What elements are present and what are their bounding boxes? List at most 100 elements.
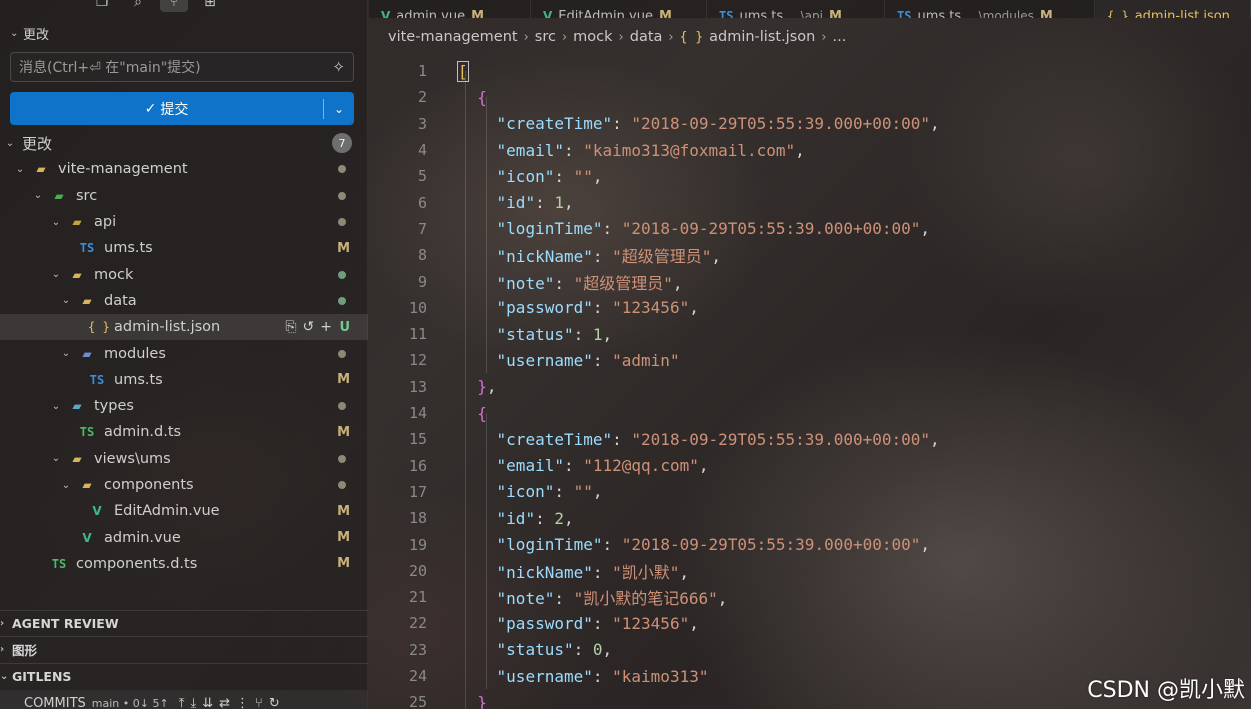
json-key-quote: " — [496, 247, 507, 267]
tab-ums-ts[interactable]: TS ums.ts ...\api M — [707, 0, 885, 18]
search-icon[interactable]: ⌕ — [124, 0, 152, 12]
switch-branch-icon[interactable]: ⇄ — [219, 696, 230, 709]
line-number: 21 — [408, 588, 427, 607]
tree-item[interactable]: ⌄ ▰ api — [0, 209, 368, 235]
code-line: 1[ — [369, 58, 1251, 84]
tree-item[interactable]: TS ums.ts M — [0, 367, 368, 393]
commit-message-placeholder: 消息(Ctrl+⏎ 在"main"提交) — [19, 60, 201, 76]
punctuation: , — [795, 140, 805, 160]
tab-editadmin-vue[interactable]: V EditAdmin.vue M — [531, 0, 707, 18]
breadcrumb-item[interactable]: src — [535, 29, 556, 45]
tree-item-label: admin.vue — [104, 529, 181, 546]
json-key-quote: " — [554, 456, 564, 476]
tree-item[interactable]: ⌄ ▰ src — [0, 183, 368, 209]
tree-item[interactable]: TS ums.ts M — [0, 235, 368, 261]
push-icon[interactable]: ⤒ — [179, 696, 185, 709]
punctuation: , — [672, 273, 683, 293]
commits-row[interactable]: COMMITS main • 0↓ 5↑ ⤒ ⤓ ⇊ ⇄ ⋮ ⑂ ↻ — [0, 690, 368, 709]
tab-ums-ts[interactable]: TS ums.ts ...\modules M — [885, 0, 1095, 18]
changes-group-header[interactable]: ⌄ 更改 7 — [0, 130, 368, 156]
json-key-quote: " — [496, 589, 507, 609]
punctuation: , — [717, 589, 728, 609]
copy-icon[interactable]: ❐ — [88, 0, 116, 12]
status-badge: M — [337, 556, 350, 572]
breadcrumb-item[interactable]: ... — [833, 29, 847, 45]
punctuation: , — [930, 429, 940, 449]
tree-item[interactable]: TS components.d.ts M — [0, 551, 368, 577]
tab-admin-vue[interactable]: Vadmin.vue M — [369, 0, 531, 18]
json-value: "admin" — [612, 350, 680, 370]
tree-item[interactable]: ⌄ ▰ vite-management — [0, 156, 368, 182]
tab-status: M — [1039, 9, 1053, 18]
panel-gitlens[interactable]: ⌄ GITLENS — [0, 663, 368, 689]
tree-item[interactable]: Vadmin.vue M — [0, 524, 368, 550]
json-key-quote: " — [496, 193, 507, 213]
section-title[interactable]: ⌄ 更改 — [10, 24, 49, 43]
extensions-icon[interactable]: ⊞ — [196, 0, 224, 12]
code-line: 6 "id": 1, — [369, 190, 1251, 216]
chevron-right-icon: › — [618, 29, 624, 45]
tree-item[interactable]: ⌄ ▰ components — [0, 472, 368, 498]
chevron-down-icon[interactable]: ⌄ — [324, 102, 354, 116]
commit-main-button[interactable]: ✓ 提交 — [10, 92, 323, 125]
json-key-quote: " — [496, 273, 507, 293]
commit-message-input[interactable]: 消息(Ctrl+⏎ 在"main"提交) ✧ — [10, 52, 354, 82]
tree-item[interactable]: ⌄ ▰ views\ums — [0, 446, 368, 472]
folder-icon: ▰ — [82, 346, 92, 361]
chevron-right-icon: › — [523, 29, 529, 45]
code-text: "status": 1, — [458, 325, 613, 344]
pull-icon[interactable]: ⤓ — [190, 696, 196, 709]
line-number: 15 — [408, 430, 427, 449]
tab-admin-list-json[interactable]: { } admin-list.json — [1095, 0, 1251, 18]
breadcrumb-item[interactable]: mock — [573, 29, 612, 45]
compare-icon[interactable]: ⋮ — [236, 696, 249, 709]
code-line: 23 "status": 0, — [369, 637, 1251, 663]
code-line: 4 "email": "kaimo313@foxmail.com", — [369, 137, 1251, 163]
json-key-quote: " — [583, 298, 593, 318]
changes-count-badge: 7 — [332, 133, 352, 154]
source-control-icon[interactable]: ⑂ — [160, 0, 188, 12]
status-dot — [338, 165, 346, 174]
tree-item[interactable]: ⌄ ▰ modules — [0, 340, 368, 366]
punctuation: : — [554, 589, 574, 609]
panel-graph[interactable]: › 图形 — [0, 636, 368, 662]
line-number: 23 — [408, 640, 427, 659]
code-text: "icon": "", — [458, 482, 603, 501]
punctuation: , — [592, 482, 603, 502]
code-line: 7 "loginTime": "2018-09-29T05:55:39.000+… — [369, 216, 1251, 242]
line-number: 4 — [417, 141, 427, 160]
tree-item[interactable]: TS admin.d.ts M — [0, 419, 368, 445]
fetch-icon[interactable]: ⇊ — [202, 696, 213, 709]
line-number: 20 — [408, 561, 427, 580]
commit-button[interactable]: ✓ 提交 ⌄ — [10, 92, 354, 125]
refresh-icon[interactable]: ↻ — [269, 696, 280, 709]
punctuation: : — [563, 456, 584, 476]
breadcrumb-item[interactable]: admin-list.json — [709, 29, 815, 45]
code-text: "note": "凯小默的笔记666", — [458, 585, 728, 609]
tree-item[interactable]: ⌄ ▰ data — [0, 288, 368, 314]
breadcrumb-item[interactable]: vite-management — [388, 29, 518, 45]
code-line: 9 "note": "超级管理员", — [369, 268, 1251, 294]
chevron-down-icon: ⌄ — [51, 453, 61, 465]
chevron-down-icon: ⌄ — [51, 400, 61, 412]
tab-label: ums.ts — [739, 9, 784, 18]
sparkle-icon[interactable]: ✧ — [332, 58, 345, 76]
tree-item[interactable]: { } admin-list.json ⎘ ↺ + U — [0, 314, 368, 341]
tree-item[interactable]: ⌄ ▰ types — [0, 393, 368, 419]
tree-item[interactable]: ⌄ ▰ mock — [0, 261, 368, 287]
open-file-icon[interactable]: ⎘ — [285, 319, 296, 335]
tab-content: TS ums.ts ...\modules M — [897, 9, 1053, 18]
code-editor[interactable]: 1[2 {3 "createTime": "2018-09-29T05:55:3… — [369, 58, 1251, 709]
typescript-file-icon: TS — [897, 9, 912, 18]
line-number: 9 — [417, 272, 427, 291]
stage-icon[interactable]: + — [320, 319, 332, 335]
tree-item[interactable]: V EditAdmin.vue M — [0, 498, 368, 524]
branch-icon[interactable]: ⑂ — [255, 696, 263, 709]
breadcrumb-item[interactable]: data — [630, 29, 663, 45]
discard-icon[interactable]: ↺ — [303, 319, 315, 335]
brace: { — [477, 87, 487, 107]
json-value: "2018-09-29T05:55:39.000+00:00" — [621, 535, 921, 555]
panel-agent-review[interactable]: › AGENT REVIEW — [0, 610, 368, 636]
json-value: "" — [573, 166, 593, 186]
json-key-quote: " — [496, 166, 507, 186]
